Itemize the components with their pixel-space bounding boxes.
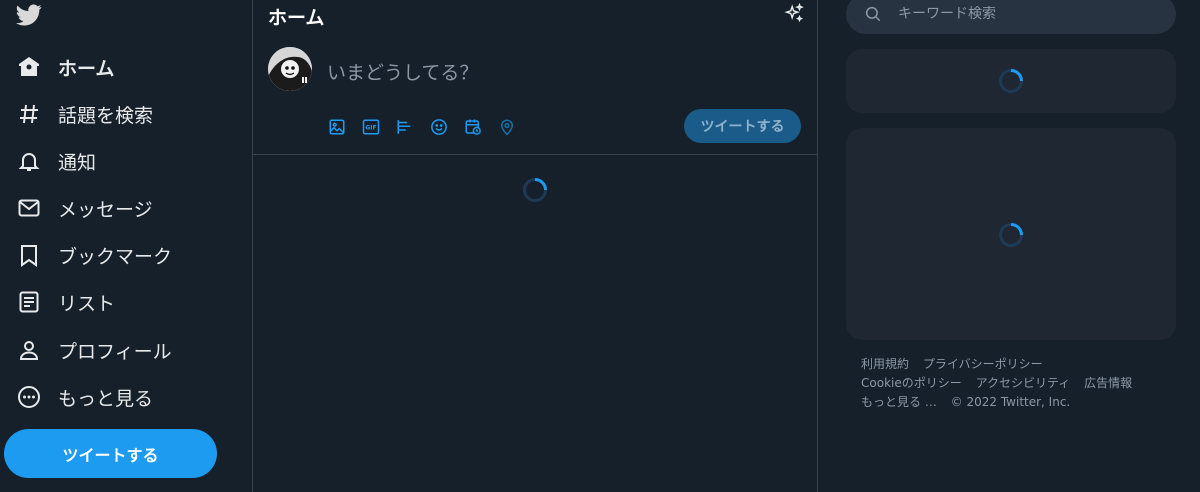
compose-input[interactable] [327, 58, 787, 88]
loading-spinner-icon [999, 223, 1023, 247]
sidebar-item-label: ホーム [58, 57, 115, 80]
loading-spinner-icon [523, 178, 547, 202]
footer-link-privacy[interactable]: プライバシーポリシー [923, 357, 1043, 371]
sidebar-item-label: リスト [58, 292, 116, 315]
poll-icon[interactable] [394, 116, 416, 138]
sidebar-item-explore[interactable]: 話題を検索 [4, 92, 240, 136]
sidebar-item-label: ブックマーク [58, 245, 173, 268]
loading-spinner-icon [999, 69, 1023, 93]
page-title: ホーム [268, 7, 325, 29]
footer-link-ads[interactable]: 広告情報 [1084, 376, 1132, 390]
gif-icon[interactable]: GIF [360, 116, 382, 138]
bookmark-icon [16, 242, 42, 268]
emoji-icon[interactable] [428, 116, 450, 138]
sidebar-item-label: 通知 [58, 151, 97, 174]
sidebar-item-profile[interactable]: プロフィール [4, 328, 240, 372]
sidebar-item-messages[interactable]: メッセージ [4, 186, 240, 230]
copyright: © 2022 Twitter, Inc. [950, 395, 1071, 409]
footer-link-cookies[interactable]: Cookieのポリシー [861, 376, 962, 390]
footer-link-more[interactable]: もっと見る … [861, 395, 937, 409]
main-timeline: ホーム GIF [252, 0, 818, 492]
user-icon [16, 337, 42, 363]
hashtag-icon [16, 101, 42, 127]
image-icon[interactable] [326, 116, 348, 138]
sidebar-item-label: プロフィール [58, 340, 172, 363]
search-bar[interactable] [846, 0, 1176, 34]
bell-icon [16, 148, 42, 174]
more-circle-icon [16, 384, 42, 410]
trends-panel [846, 49, 1176, 113]
sidebar-item-more[interactable]: もっと見る [4, 375, 240, 419]
footer-link-accessibility[interactable]: アクセシビリティ [976, 376, 1071, 390]
sidebar-item-lists[interactable]: リスト [4, 280, 240, 324]
divider [253, 154, 817, 155]
list-icon [16, 289, 42, 315]
sidebar-item-label: 話題を検索 [58, 104, 154, 127]
sidebar-item-bookmarks[interactable]: ブックマーク [4, 233, 240, 277]
footer: 利用規約 プライバシーポリシー Cookieのポリシー アクセシビリティ 広告情… [861, 355, 1161, 412]
tweet-button[interactable]: ツイートする [4, 429, 217, 478]
sidebar-item-label: メッセージ [58, 198, 153, 221]
sidebar-item-notifications[interactable]: 通知 [4, 139, 240, 183]
svg-text:GIF: GIF [365, 125, 376, 132]
sidebar: ホーム 話題を検索 通知 メッセージ ブックマーク リスト プロフィール もっと… [0, 0, 252, 492]
search-input[interactable] [898, 6, 1158, 22]
app-root: ホーム 話題を検索 通知 メッセージ ブックマーク リスト プロフィール もっと… [0, 0, 1200, 492]
footer-link-terms[interactable]: 利用規約 [861, 357, 909, 371]
schedule-icon[interactable] [462, 116, 484, 138]
sidebar-item-label: もっと見る [58, 387, 154, 410]
sidebar-item-home[interactable]: ホーム [4, 45, 240, 89]
compose-submit-button[interactable]: ツイートする [684, 109, 801, 143]
who-to-follow-panel [846, 128, 1176, 340]
twitter-logo-icon[interactable] [14, 2, 44, 28]
home-icon [16, 54, 42, 80]
envelope-icon [16, 195, 42, 221]
avatar[interactable] [268, 47, 312, 91]
location-icon[interactable] [496, 116, 518, 138]
sparkle-icon[interactable] [783, 3, 805, 25]
search-icon [865, 6, 881, 22]
